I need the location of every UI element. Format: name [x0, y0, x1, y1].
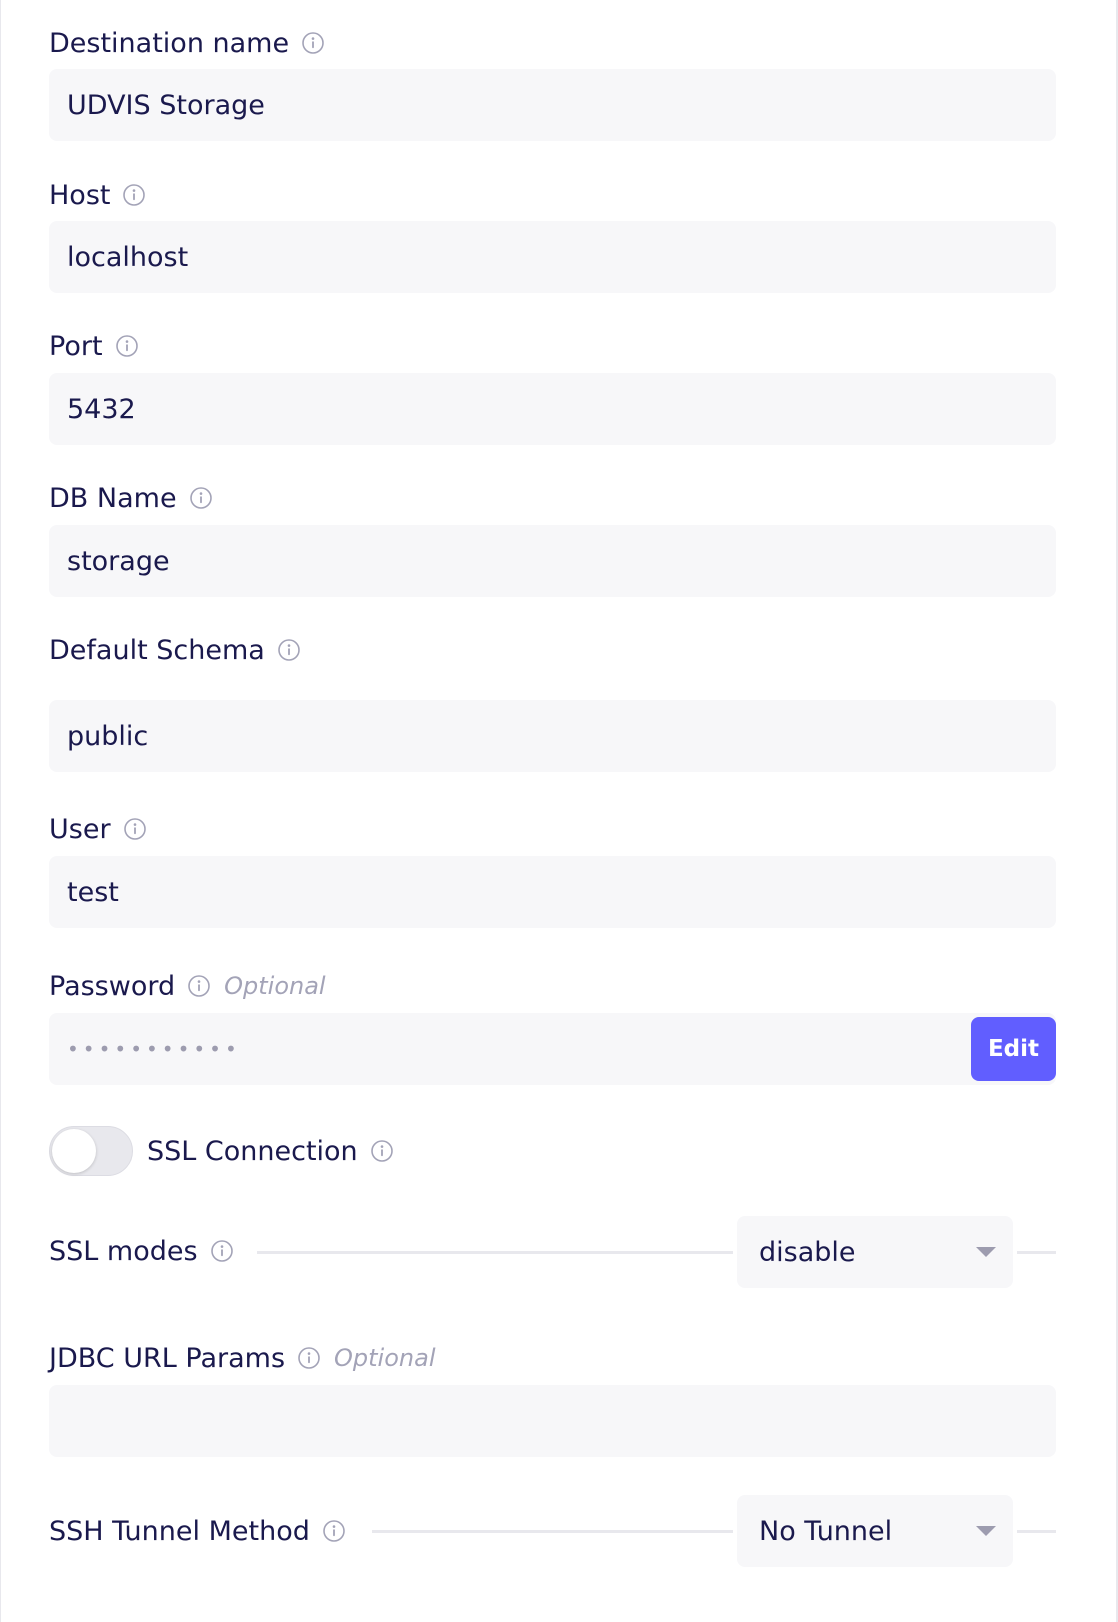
- db-name-label-text: DB Name: [49, 482, 177, 514]
- ssh-tunnel-method-selected: No Tunnel: [759, 1515, 893, 1547]
- ssl-modes-label: SSL modes: [49, 1231, 233, 1271]
- info-icon[interactable]: [323, 1520, 345, 1542]
- info-icon[interactable]: [210, 1240, 233, 1262]
- optional-tag: Optional: [334, 1344, 436, 1372]
- info-icon[interactable]: [277, 639, 300, 661]
- optional-tag: Optional: [224, 972, 326, 1000]
- info-icon[interactable]: [370, 1140, 393, 1162]
- edit-password-button[interactable]: Edit: [971, 1017, 1056, 1081]
- panel-left-border: [0, 0, 1, 1622]
- info-icon[interactable]: [298, 1347, 320, 1369]
- chevron-down-icon: [976, 1526, 996, 1536]
- default-schema-input[interactable]: public: [49, 700, 1056, 772]
- user-input[interactable]: test: [49, 856, 1056, 928]
- ssh-tunnel-divider-end: [1017, 1530, 1056, 1533]
- db-name-input[interactable]: storage: [49, 525, 1056, 597]
- destination-name-label-text: Destination name: [49, 27, 290, 59]
- info-icon[interactable]: [189, 487, 212, 509]
- password-masked-value: •••••••••••: [67, 1037, 241, 1061]
- host-input[interactable]: localhost: [49, 221, 1056, 293]
- info-icon[interactable]: [188, 975, 210, 997]
- jdbc-url-params-input[interactable]: [49, 1385, 1056, 1457]
- chevron-down-icon: [976, 1247, 996, 1257]
- toggle-knob: [52, 1129, 96, 1173]
- ssh-tunnel-method-label: SSH Tunnel Method: [49, 1511, 345, 1551]
- jdbc-url-params-label: JDBC URL Params Optional: [49, 1338, 436, 1378]
- ssl-connection-label: SSL Connection: [147, 1131, 393, 1171]
- host-label: Host: [49, 175, 146, 215]
- info-icon[interactable]: [123, 184, 146, 206]
- jdbc-url-params-label-text: JDBC URL Params: [49, 1342, 286, 1374]
- port-label-text: Port: [49, 330, 103, 362]
- port-label: Port: [49, 326, 138, 366]
- ssl-modes-divider: [257, 1251, 733, 1254]
- ssl-modes-divider-end: [1017, 1251, 1056, 1254]
- port-input[interactable]: 5432: [49, 373, 1056, 445]
- user-label: User: [49, 809, 146, 849]
- ssl-connection-label-text: SSL Connection: [147, 1135, 358, 1167]
- user-label-text: User: [49, 813, 111, 845]
- password-input[interactable]: •••••••••••: [49, 1013, 1056, 1085]
- password-label-text: Password: [49, 970, 176, 1002]
- destination-settings-form: Destination name UDVIS Storage Host loca…: [0, 0, 1118, 1622]
- ssh-tunnel-method-label-text: SSH Tunnel Method: [49, 1515, 310, 1547]
- ssl-connection-toggle[interactable]: [49, 1126, 133, 1176]
- ssl-modes-label-text: SSL modes: [49, 1235, 198, 1267]
- destination-name-input[interactable]: UDVIS Storage: [49, 69, 1056, 141]
- db-name-label: DB Name: [49, 478, 212, 518]
- info-icon[interactable]: [115, 335, 138, 357]
- password-label: Password Optional: [49, 966, 326, 1006]
- destination-name-label: Destination name: [49, 23, 324, 63]
- ssl-modes-select[interactable]: disable: [737, 1216, 1013, 1288]
- default-schema-label-text: Default Schema: [49, 634, 265, 666]
- host-label-text: Host: [49, 179, 111, 211]
- ssh-tunnel-divider: [372, 1530, 733, 1533]
- ssl-modes-selected: disable: [759, 1236, 856, 1268]
- ssh-tunnel-method-select[interactable]: No Tunnel: [737, 1495, 1013, 1567]
- info-icon[interactable]: [302, 32, 324, 54]
- default-schema-label: Default Schema: [49, 630, 300, 670]
- info-icon[interactable]: [123, 818, 146, 840]
